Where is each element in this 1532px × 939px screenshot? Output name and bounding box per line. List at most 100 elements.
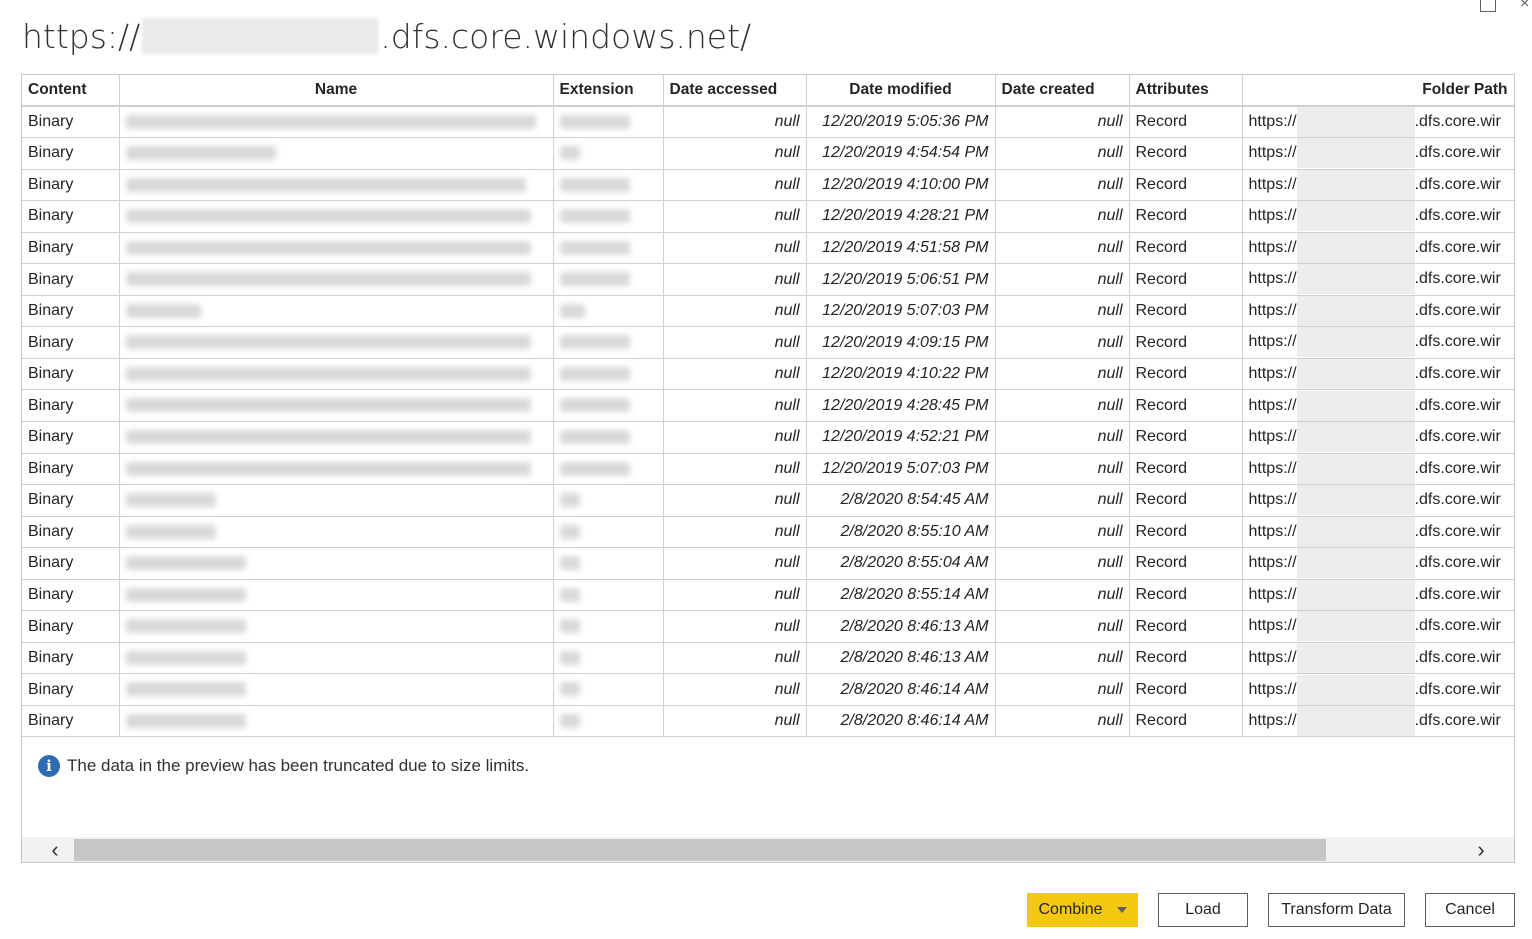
cancel-button[interactable]: Cancel: [1425, 893, 1515, 927]
table-row[interactable]: Binary null 12/20/2019 4:28:21 PM null Recor…: [22, 200, 1514, 233]
cell-content[interactable]: Binary: [22, 453, 120, 486]
cell-content[interactable]: Binary: [22, 673, 120, 706]
cell-content[interactable]: Binary: [22, 326, 120, 359]
scrollbar-thumb[interactable]: [74, 839, 1326, 861]
cell-content[interactable]: Binary: [22, 263, 120, 296]
redacted-path: [1296, 169, 1415, 200]
cell-attributes[interactable]: Record: [1129, 421, 1243, 454]
cell-date-accessed: null: [663, 263, 807, 296]
redacted-extension: [559, 366, 630, 381]
cell-content[interactable]: Binary: [22, 169, 120, 202]
cell-attributes[interactable]: Record: [1129, 579, 1243, 612]
redacted-name: [125, 556, 246, 571]
folder-path-prefix: https://: [1248, 207, 1297, 225]
cell-content[interactable]: Binary: [22, 200, 120, 233]
cell-date-accessed: null: [663, 705, 807, 738]
cell-content[interactable]: Binary: [22, 516, 120, 549]
table-row[interactable]: Binary null 12/20/2019 5:07:03 PM null Recor…: [22, 295, 1514, 328]
column-header-name[interactable]: Name: [119, 75, 554, 107]
cell-attributes[interactable]: Record: [1129, 358, 1243, 391]
cell-content[interactable]: Binary: [22, 295, 120, 328]
cell-attributes[interactable]: Record: [1129, 137, 1243, 170]
table-row[interactable]: Binary null 2/8/2020 8:55:04 AM null Record h…: [22, 547, 1514, 580]
combine-button[interactable]: Combine: [1027, 893, 1138, 927]
cell-date-created: null: [995, 673, 1130, 706]
column-header-date-accessed[interactable]: Date accessed: [663, 75, 807, 107]
cell-content[interactable]: Binary: [22, 106, 120, 139]
table-row[interactable]: Binary null 12/20/2019 4:52:21 PM null Recor…: [22, 421, 1514, 454]
table-row[interactable]: Binary null 12/20/2019 4:51:58 PM null Recor…: [22, 232, 1514, 265]
cell-date-created: null: [995, 200, 1130, 233]
cell-attributes[interactable]: Record: [1129, 610, 1243, 643]
redacted-name: [125, 303, 201, 318]
cell-attributes[interactable]: Record: [1129, 263, 1243, 296]
column-header-date-created[interactable]: Date created: [995, 75, 1130, 107]
redacted-extension: [559, 682, 580, 697]
table-row[interactable]: Binary null 12/20/2019 5:06:51 PM null Recor…: [22, 263, 1514, 296]
cell-content[interactable]: Binary: [22, 642, 120, 675]
cell-content[interactable]: Binary: [22, 579, 120, 612]
cell-content[interactable]: Binary: [22, 421, 120, 454]
cell-attributes[interactable]: Record: [1129, 673, 1243, 706]
maximize-icon[interactable]: [1480, 0, 1496, 12]
cell-name-redacted: [119, 484, 554, 517]
redacted-name: [125, 240, 531, 255]
cell-attributes[interactable]: Record: [1129, 326, 1243, 359]
cell-content[interactable]: Binary: [22, 610, 120, 643]
cell-attributes[interactable]: Record: [1129, 169, 1243, 202]
folder-path-prefix: https://: [1248, 428, 1297, 446]
cell-attributes[interactable]: Record: [1129, 232, 1243, 265]
redacted-path: [1296, 548, 1415, 579]
cell-attributes[interactable]: Record: [1129, 642, 1243, 675]
cell-attributes[interactable]: Record: [1129, 484, 1243, 517]
cell-content[interactable]: Binary: [22, 389, 120, 422]
folder-path-prefix: https://: [1248, 617, 1297, 635]
cell-attributes[interactable]: Record: [1129, 295, 1243, 328]
cell-attributes[interactable]: Record: [1129, 547, 1243, 580]
cell-attributes[interactable]: Record: [1129, 200, 1243, 233]
chevron-right-icon[interactable]: ›: [1466, 837, 1496, 862]
table-row[interactable]: Binary null 2/8/2020 8:55:14 AM null Record h…: [22, 579, 1514, 612]
cell-date-created: null: [995, 516, 1130, 549]
cell-extension-redacted: [553, 484, 664, 517]
column-header-extension[interactable]: Extension: [553, 75, 664, 107]
cell-attributes[interactable]: Record: [1129, 705, 1243, 738]
column-header-date-modified[interactable]: Date modified: [806, 75, 996, 107]
column-header-content[interactable]: Content: [22, 75, 120, 107]
table-row[interactable]: Binary null 2/8/2020 8:54:45 AM null Record h…: [22, 484, 1514, 517]
table-row[interactable]: Binary null 12/20/2019 4:09:15 PM null Recor…: [22, 326, 1514, 359]
cell-attributes[interactable]: Record: [1129, 453, 1243, 486]
column-header-folder-path[interactable]: Folder Path: [1242, 75, 1514, 107]
transform-data-button[interactable]: Transform Data: [1268, 893, 1405, 927]
table-row[interactable]: Binary null 12/20/2019 5:05:36 PM null Recor…: [22, 106, 1514, 139]
cell-attributes[interactable]: Record: [1129, 106, 1243, 139]
cell-content[interactable]: Binary: [22, 137, 120, 170]
chevron-left-icon[interactable]: ‹: [40, 837, 70, 862]
load-button[interactable]: Load: [1158, 893, 1248, 927]
cell-content[interactable]: Binary: [22, 547, 120, 580]
table-row[interactable]: Binary null 12/20/2019 4:10:00 PM null Recor…: [22, 169, 1514, 202]
cell-content[interactable]: Binary: [22, 705, 120, 738]
cell-attributes[interactable]: Record: [1129, 516, 1243, 549]
table-row[interactable]: Binary null 2/8/2020 8:46:14 AM null Record h…: [22, 673, 1514, 706]
cell-attributes[interactable]: Record: [1129, 389, 1243, 422]
cell-content[interactable]: Binary: [22, 484, 120, 517]
horizontal-scrollbar[interactable]: ‹ ›: [22, 837, 1514, 862]
table-row[interactable]: Binary null 12/20/2019 4:54:54 PM null Recor…: [22, 137, 1514, 170]
cell-folder-path: https:// .dfs.core.wir: [1242, 673, 1514, 706]
caret-down-icon[interactable]: [1116, 907, 1127, 913]
table-row[interactable]: Binary null 2/8/2020 8:55:10 AM null Record h…: [22, 516, 1514, 549]
cell-folder-path: https:// .dfs.core.wir: [1242, 421, 1514, 454]
table-row[interactable]: Binary null 2/8/2020 8:46:13 AM null Record h…: [22, 642, 1514, 675]
cell-content[interactable]: Binary: [22, 232, 120, 265]
table-row[interactable]: Binary null 12/20/2019 4:10:22 PM null Recor…: [22, 358, 1514, 391]
redacted-extension: [559, 335, 630, 350]
table-row[interactable]: Binary null 12/20/2019 4:28:45 PM null Recor…: [22, 389, 1514, 422]
close-icon[interactable]: ×: [1520, 0, 1532, 12]
cell-content[interactable]: Binary: [22, 358, 120, 391]
table-row[interactable]: Binary null 12/20/2019 5:07:03 PM null Recor…: [22, 453, 1514, 486]
column-header-attributes[interactable]: Attributes: [1129, 75, 1243, 107]
table-row[interactable]: Binary null 2/8/2020 8:46:13 AM null Record h…: [22, 610, 1514, 643]
redacted-name: [125, 177, 526, 192]
table-row[interactable]: Binary null 2/8/2020 8:46:14 AM null Record h…: [22, 705, 1514, 738]
